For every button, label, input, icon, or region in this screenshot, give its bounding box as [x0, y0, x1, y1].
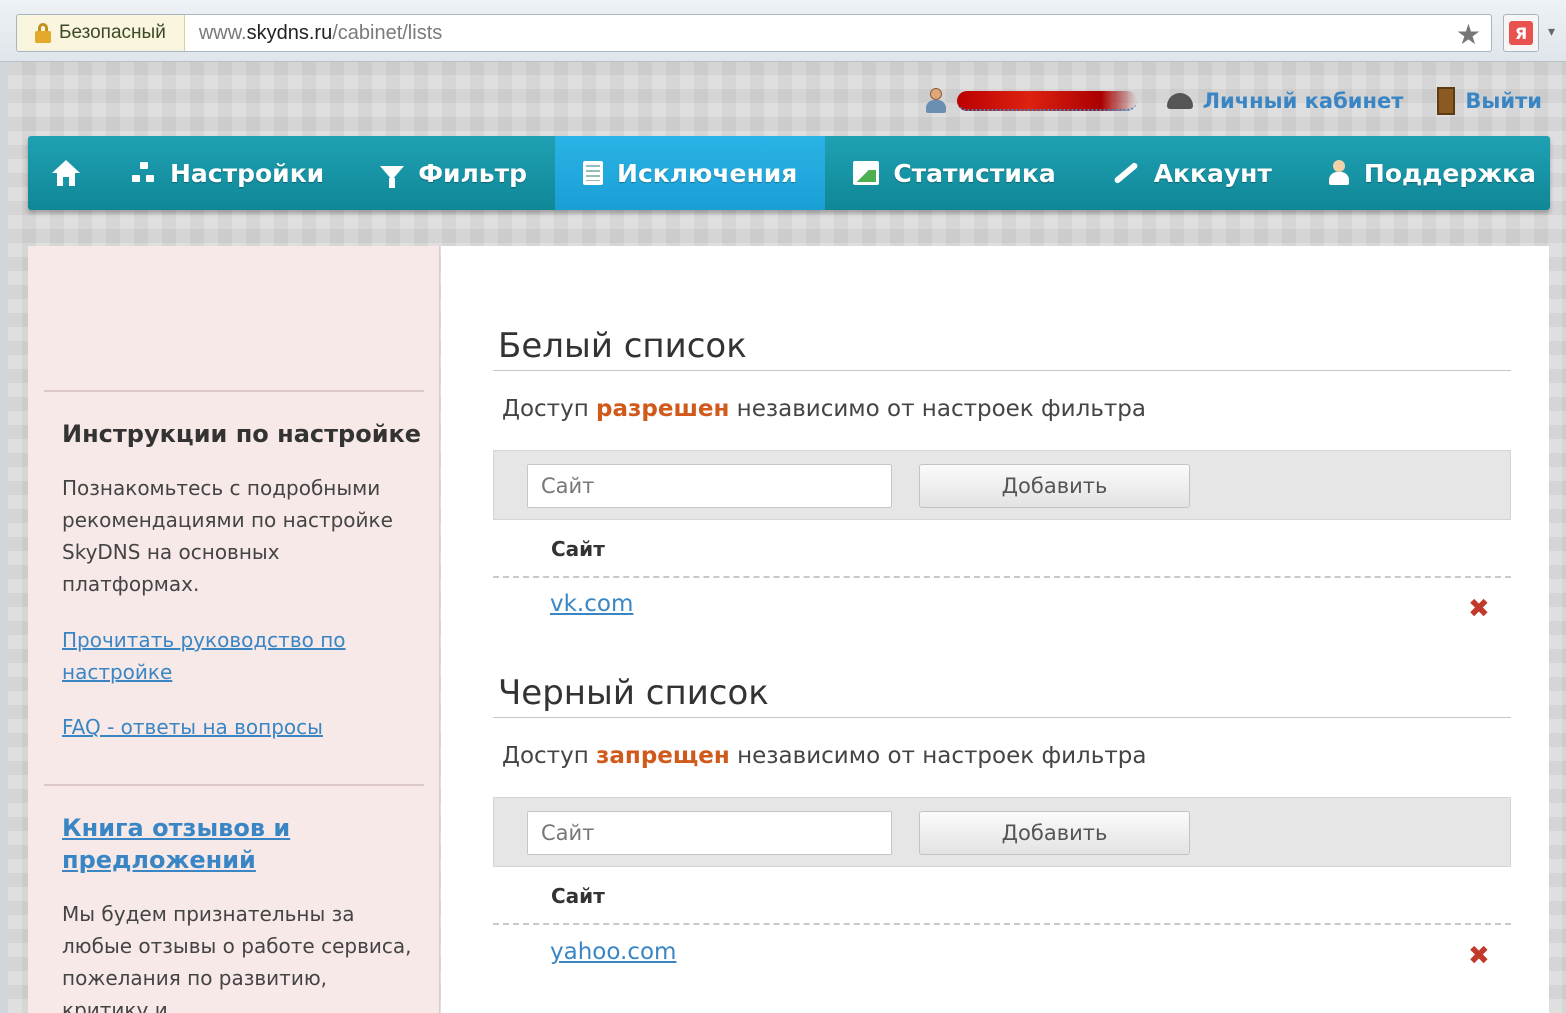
nav-filter-label: Фильтр — [418, 158, 528, 188]
cabinet-icon — [1166, 93, 1193, 109]
nav-statistics[interactable]: Статистика — [825, 136, 1083, 210]
faq-link[interactable]: FAQ - ответы на вопросы — [62, 711, 402, 743]
address-bar[interactable]: Безопасный www.skydns.ru/cabinet/lists ★ — [16, 14, 1492, 52]
yandex-icon: Я — [1509, 21, 1533, 45]
feedback-text: Мы будем признательны за любые отзывы о … — [62, 902, 412, 1013]
blacklist-desc-highlight: запрещен — [596, 743, 730, 769]
blacklist-column-header: Сайт — [551, 884, 605, 908]
guide-link[interactable]: Прочитать руководство по настройке — [62, 624, 402, 688]
blacklist-title: Черный список — [498, 673, 769, 713]
whitelist-add-button[interactable]: Добавить — [919, 464, 1190, 508]
delete-icon[interactable]: ✖ — [1468, 943, 1490, 969]
blacklist-row-divider — [493, 923, 1511, 925]
settings-icon — [132, 162, 156, 184]
sidebar-divider — [44, 784, 424, 786]
blacklist-add-form: Добавить — [493, 797, 1511, 867]
whitelist-site-link[interactable]: vk.com — [550, 591, 633, 617]
whitelist-title-rule — [493, 370, 1511, 371]
chevron-down-icon[interactable]: ▾ — [1548, 24, 1555, 40]
nav-exceptions-label: Исключения — [617, 158, 798, 188]
main-nav: Настройки Фильтр Исключения Статистика А… — [28, 136, 1550, 210]
url-path: /cabinet/lists — [332, 21, 443, 44]
home-icon — [52, 160, 80, 186]
instructions-text: Познакомьтесь с подробными рекомендациям… — [62, 476, 393, 596]
nav-support[interactable]: Поддержка — [1300, 136, 1564, 210]
sidebar-divider — [44, 390, 424, 392]
door-icon — [1437, 87, 1456, 115]
nav-settings[interactable]: Настройки — [104, 136, 352, 210]
whitelist-column-header: Сайт — [551, 537, 605, 561]
nav-home[interactable] — [28, 136, 104, 210]
bookmark-star-icon[interactable]: ★ — [1456, 18, 1481, 51]
whitelist-title: Белый список — [498, 326, 747, 366]
yandex-extension-button[interactable]: Я — [1503, 14, 1539, 52]
user-icon — [925, 88, 947, 114]
blacklist-description: Доступ запрещен независимо от настроек ф… — [502, 743, 1146, 769]
whitelist-site-input[interactable] — [527, 464, 892, 508]
url-host: skydns.ru — [246, 21, 333, 44]
whitelist-add-form: Добавить — [493, 450, 1511, 520]
wrench-icon — [1113, 161, 1139, 185]
url-text[interactable]: www.skydns.ru/cabinet/lists — [185, 22, 442, 45]
nav-statistics-label: Статистика — [893, 158, 1056, 188]
delete-icon[interactable]: ✖ — [1468, 596, 1490, 622]
nav-settings-label: Настройки — [170, 158, 325, 188]
feedback-book-link[interactable]: Книга отзывов и предложений — [62, 812, 362, 876]
nav-filter[interactable]: Фильтр — [352, 136, 555, 210]
nav-exceptions[interactable]: Исключения — [555, 136, 826, 210]
lock-icon — [35, 23, 51, 43]
filter-icon — [380, 166, 405, 188]
nav-account-label: Аккаунт — [1153, 158, 1272, 188]
whitelist-description: Доступ разрешен независимо от настроек ф… — [502, 396, 1146, 422]
whitelist-desc-before: Доступ — [502, 396, 597, 422]
secure-label: Безопасный — [59, 22, 166, 43]
stats-icon — [853, 161, 880, 185]
url-prefix: www. — [198, 21, 247, 44]
blacklist-desc-before: Доступ — [502, 743, 597, 769]
nav-account[interactable]: Аккаунт — [1084, 136, 1300, 210]
support-icon — [1328, 160, 1350, 186]
security-indicator[interactable]: Безопасный — [17, 15, 185, 51]
whitelist-desc-after: независимо от настроек фильтра — [729, 396, 1146, 422]
blacklist-site-input[interactable] — [527, 811, 892, 855]
personal-cabinet-link[interactable]: Личный кабинет — [1203, 89, 1404, 113]
blacklist-title-rule — [493, 717, 1511, 718]
blacklist-desc-after: независимо от настроек фильтра — [729, 743, 1147, 769]
blacklist-add-button[interactable]: Добавить — [919, 811, 1190, 855]
list-icon — [583, 161, 604, 185]
blacklist-site-link[interactable]: yahoo.com — [550, 939, 676, 965]
logout-link[interactable]: Выйти — [1465, 89, 1542, 113]
sidebar: Инструкции по настройке Познакомьтесь с … — [28, 246, 440, 1013]
user-bar: Личный кабинет Выйти — [925, 86, 1542, 116]
username-redacted[interactable] — [956, 91, 1137, 111]
instructions-heading: Инструкции по настройке — [62, 420, 422, 448]
nav-support-label: Поддержка — [1363, 158, 1536, 188]
whitelist-desc-highlight: разрешен — [596, 396, 730, 422]
main-content: Белый список Доступ разрешен независимо … — [441, 246, 1549, 1013]
browser-toolbar: Безопасный www.skydns.ru/cabinet/lists ★… — [0, 0, 1566, 62]
page: Личный кабинет Выйти Настройки Фильтр Ис… — [8, 62, 1566, 1013]
whitelist-row-divider — [493, 576, 1511, 578]
